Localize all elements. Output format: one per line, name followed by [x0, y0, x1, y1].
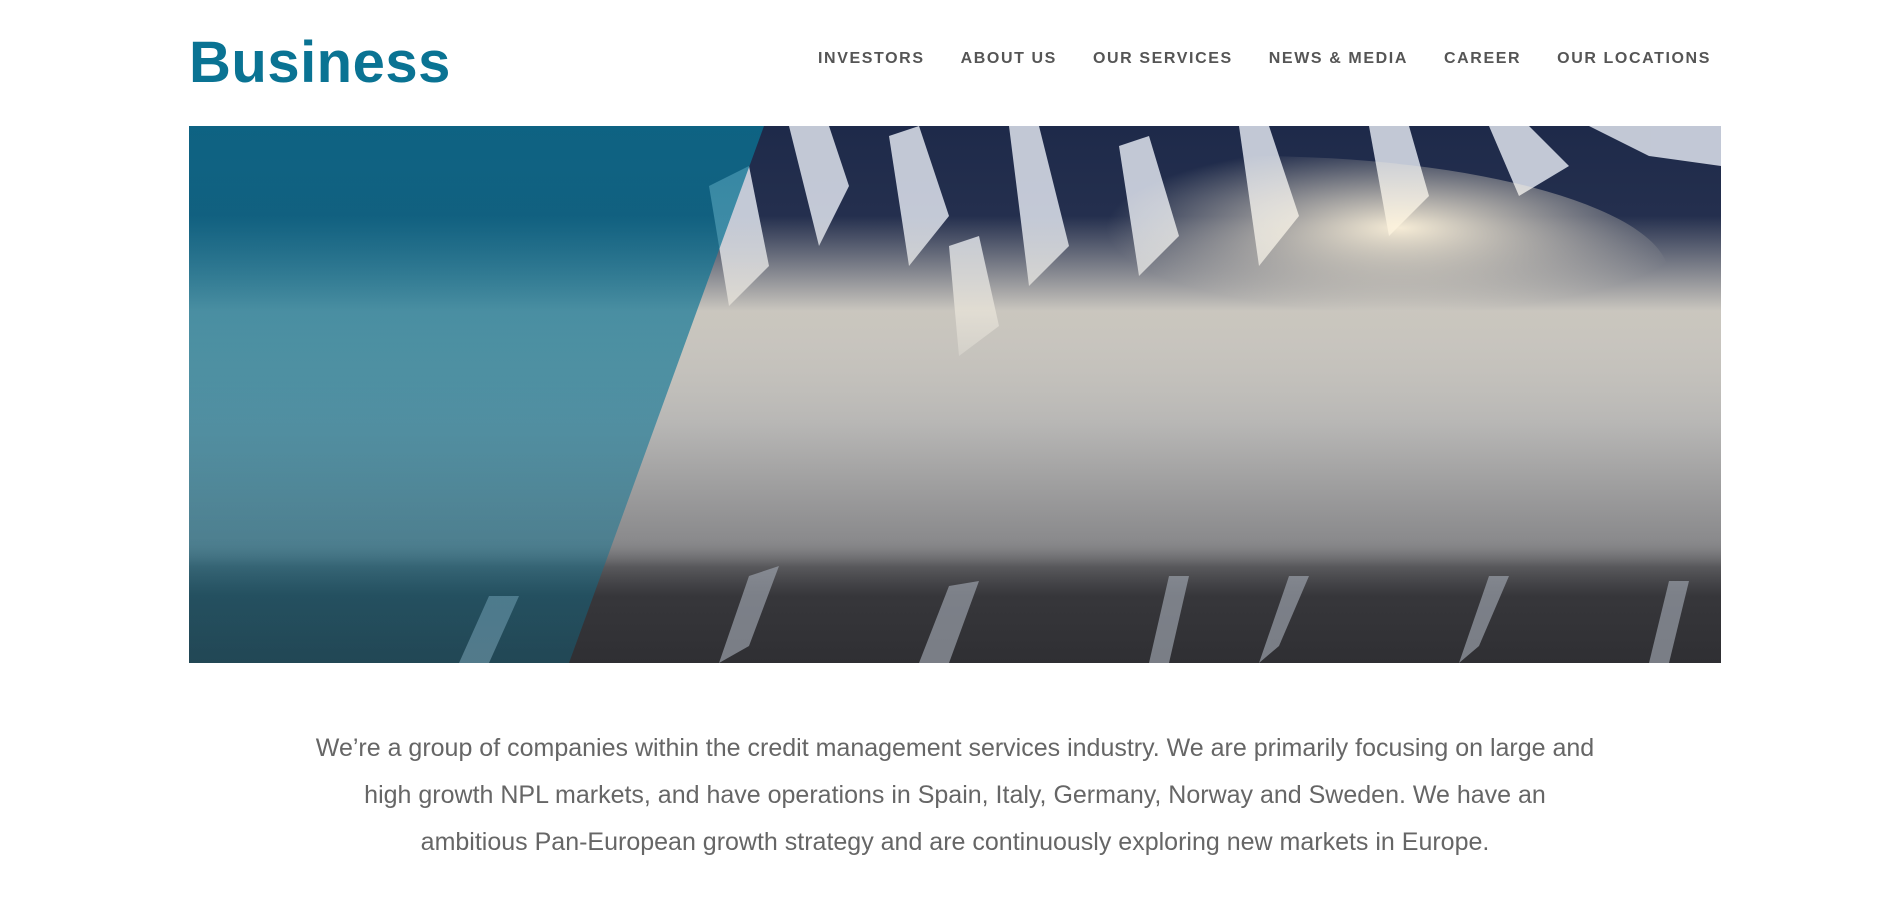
nav-item-our-locations: OUR LOCATIONS [1557, 50, 1711, 68]
nav-link-news-media[interactable]: NEWS & MEDIA [1269, 50, 1408, 67]
nav-link-about-us[interactable]: ABOUT US [961, 50, 1057, 67]
nav-link-our-locations[interactable]: OUR LOCATIONS [1557, 50, 1711, 67]
nav-link-investors[interactable]: INVESTORS [818, 50, 925, 67]
hero-mountain-image [189, 126, 1721, 663]
nav-link-career[interactable]: CAREER [1444, 50, 1521, 67]
nav-link-our-services[interactable]: OUR SERVICES [1093, 50, 1233, 67]
nav-item-career: CAREER [1444, 50, 1521, 68]
page: Business INVESTORS ABOUT US OUR SERVICES… [0, 0, 1897, 920]
nav-item-about-us: ABOUT US [961, 50, 1057, 68]
nav-item-news-media: NEWS & MEDIA [1269, 50, 1408, 68]
hero-banner [189, 126, 1721, 663]
intro-paragraph: We’re a group of companies within the cr… [315, 734, 1595, 856]
site-logo[interactable]: Business [189, 28, 451, 98]
main-nav: INVESTORS ABOUT US OUR SERVICES NEWS & M… [818, 50, 1711, 68]
nav-item-investors: INVESTORS [818, 50, 925, 68]
nav-item-our-services: OUR SERVICES [1093, 50, 1233, 68]
